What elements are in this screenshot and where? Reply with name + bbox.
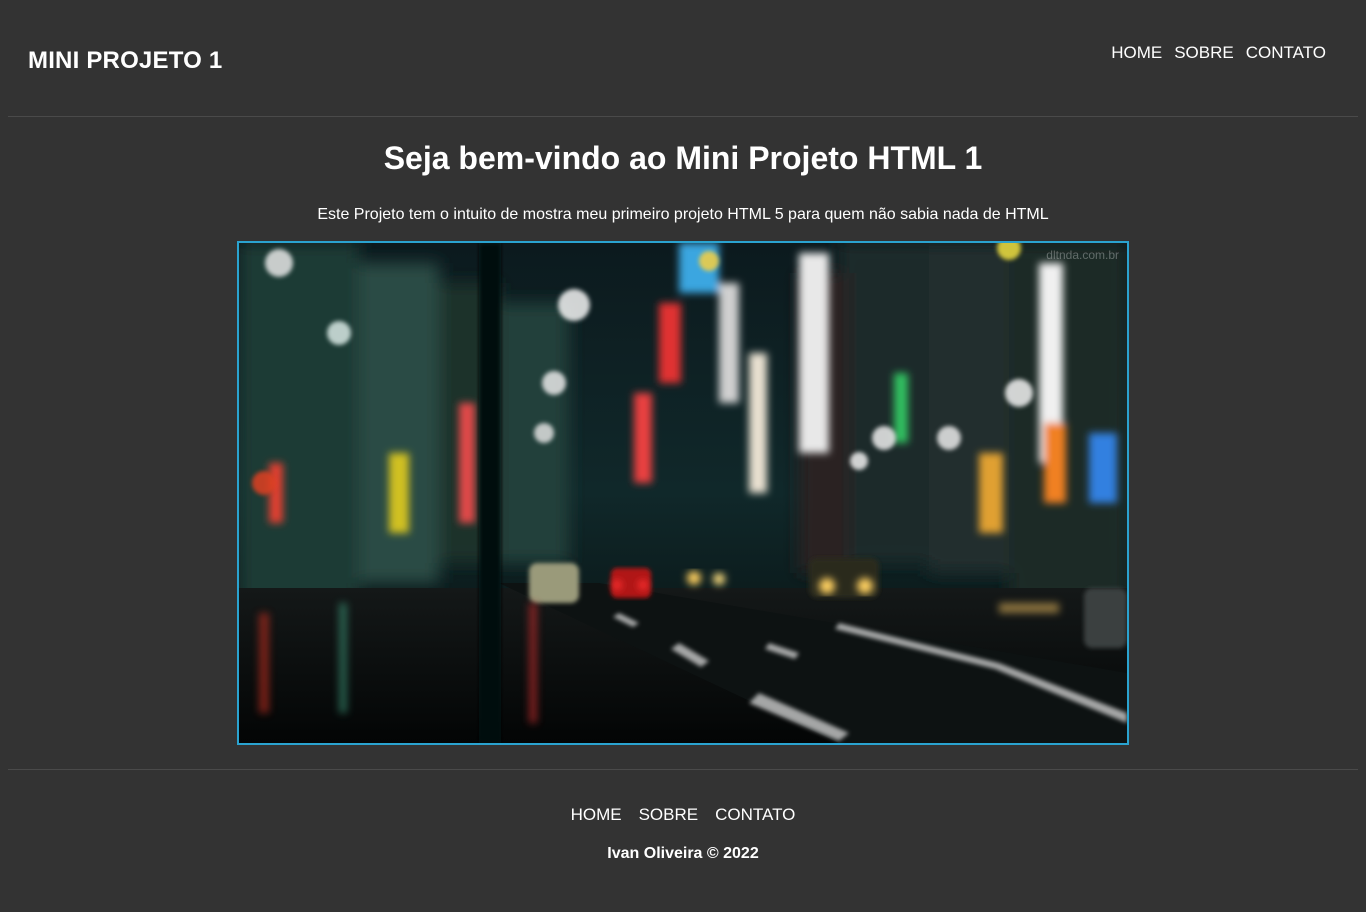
site-footer: HOME SOBRE CONTATO Ivan Oliveira © 2022 [8, 769, 1358, 912]
copyright-text: Ivan Oliveira © 2022 [607, 845, 759, 862]
footer-nav-sobre-link[interactable]: SOBRE [639, 805, 699, 825]
image-watermark: dltnda.com.br [1046, 248, 1119, 262]
hero-image: dltnda.com.br [237, 241, 1129, 745]
page: MINI PROJETO 1 HOME SOBRE CONTATO Seja b… [0, 0, 1366, 912]
header-nav-contato-link[interactable]: CONTATO [1246, 43, 1326, 63]
header-nav: HOME SOBRE CONTATO [1111, 43, 1326, 63]
city-night-image: dltnda.com.br [239, 243, 1127, 743]
intro-paragraph: Este Projeto tem o intuito de mostra meu… [317, 206, 1049, 223]
footer-nav: HOME SOBRE CONTATO [8, 805, 1358, 825]
page-title: Seja bem-vindo ao Mini Projeto HTML 1 [383, 140, 983, 176]
footer-nav-contato-link[interactable]: CONTATO [715, 805, 795, 825]
site-brand: MINI PROJETO 1 [28, 47, 223, 74]
header-nav-home-link[interactable]: HOME [1111, 43, 1162, 63]
site-header: MINI PROJETO 1 HOME SOBRE CONTATO [8, 0, 1358, 117]
footer-nav-home-link[interactable]: HOME [571, 805, 622, 825]
header-nav-sobre-link[interactable]: SOBRE [1174, 43, 1234, 63]
